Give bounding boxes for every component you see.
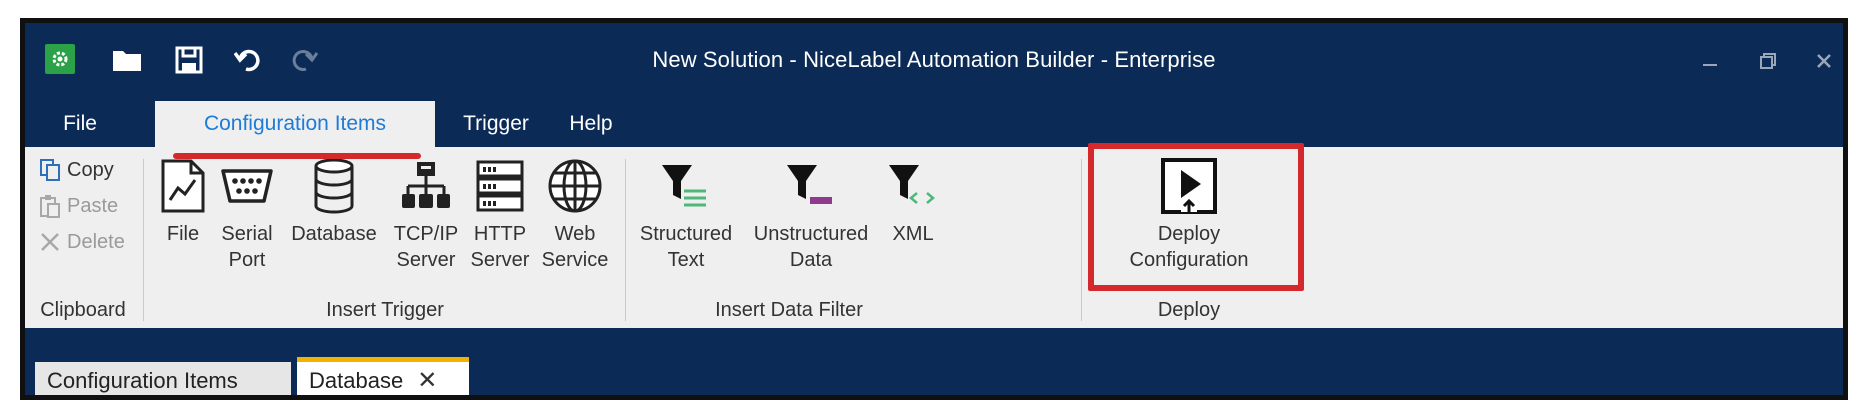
- window-title: New Solution - NiceLabel Automation Buil…: [652, 47, 1216, 72]
- structured-text-label: Structured Text: [639, 223, 733, 271]
- file-trigger-icon: [155, 155, 211, 217]
- database-icon: [281, 155, 387, 217]
- close-icon[interactable]: [1801, 43, 1843, 79]
- xml-label: XML: [892, 223, 934, 245]
- file-trigger-label: File: [166, 223, 200, 245]
- insert-database-trigger-button[interactable]: Database: [281, 155, 387, 247]
- highlight-underline: [173, 153, 421, 159]
- tab-help[interactable]: Help: [553, 101, 629, 147]
- delete-label: Delete: [67, 230, 125, 253]
- group-label-clipboard: Clipboard: [40, 299, 126, 321]
- group-label-deploy: Deploy: [1157, 299, 1221, 321]
- unstructured-data-filter-button[interactable]: Unstructured Data: [747, 155, 875, 273]
- delete-icon: [41, 233, 59, 251]
- serial-port-label: Serial Port: [221, 223, 273, 271]
- unstructured-data-filter-icon: [747, 155, 875, 217]
- unstructured-data-label: Unstructured Data: [753, 223, 869, 271]
- paste-icon: [40, 195, 60, 218]
- menu-bar: File Configuration Items Trigger Help: [25, 101, 1843, 147]
- insert-tcpip-server-trigger-button[interactable]: TCP/IP Server: [391, 155, 461, 273]
- serial-port-icon: [217, 155, 277, 217]
- insert-http-server-trigger-button[interactable]: HTTP Server: [465, 155, 535, 273]
- globe-icon: [537, 155, 613, 217]
- tcpip-server-label: TCP/IP Server: [393, 223, 459, 271]
- xml-filter-icon: [883, 155, 943, 217]
- doc-tab-configuration-items[interactable]: Configuration Items: [35, 362, 291, 395]
- network-icon: [391, 155, 461, 217]
- web-service-label: Web Service: [541, 223, 609, 271]
- delete-button[interactable]: Delete: [39, 227, 125, 257]
- insert-file-trigger-button[interactable]: File: [155, 155, 211, 247]
- doc-tab-label: Database: [309, 368, 404, 393]
- ribbon-separator: [625, 159, 626, 321]
- minimize-icon[interactable]: [1687, 43, 1733, 79]
- group-label-insert-data-filter: Insert Data Filter: [715, 299, 863, 321]
- paste-button[interactable]: Paste: [39, 191, 118, 221]
- database-label: Database: [291, 223, 377, 245]
- paste-label: Paste: [67, 194, 119, 217]
- app-window: New Solution - NiceLabel Automation Buil…: [20, 18, 1848, 400]
- ribbon: Copy Paste Delete Clipboard File Serial …: [25, 147, 1843, 328]
- doc-tab-database[interactable]: Database ✕: [297, 357, 469, 395]
- xml-filter-button[interactable]: XML: [883, 155, 943, 247]
- structured-text-filter-icon: [627, 155, 745, 217]
- title-bar: New Solution - NiceLabel Automation Buil…: [25, 23, 1843, 101]
- ribbon-separator: [143, 159, 144, 321]
- tab-configuration-items[interactable]: Configuration Items: [155, 101, 435, 147]
- close-tab-icon[interactable]: ✕: [417, 362, 437, 395]
- http-server-label: HTTP Server: [470, 223, 530, 271]
- group-label-insert-trigger: Insert Trigger: [326, 299, 444, 321]
- insert-web-service-trigger-button[interactable]: Web Service: [537, 155, 613, 273]
- tab-file[interactable]: File: [41, 101, 119, 147]
- structured-text-filter-button[interactable]: Structured Text: [627, 155, 745, 273]
- document-tab-bar: Configuration Items Database ✕: [25, 328, 1843, 395]
- restore-icon[interactable]: [1745, 43, 1791, 79]
- ribbon-separator: [1081, 159, 1082, 321]
- copy-label: Copy: [67, 158, 114, 181]
- doc-tab-label: Configuration Items: [47, 368, 238, 393]
- copy-button[interactable]: Copy: [39, 155, 114, 185]
- server-rack-icon: [465, 155, 535, 217]
- insert-serial-port-trigger-button[interactable]: Serial Port: [217, 155, 277, 273]
- copy-icon: [40, 159, 60, 181]
- tab-trigger[interactable]: Trigger: [449, 101, 543, 147]
- highlight-box: [1088, 143, 1304, 291]
